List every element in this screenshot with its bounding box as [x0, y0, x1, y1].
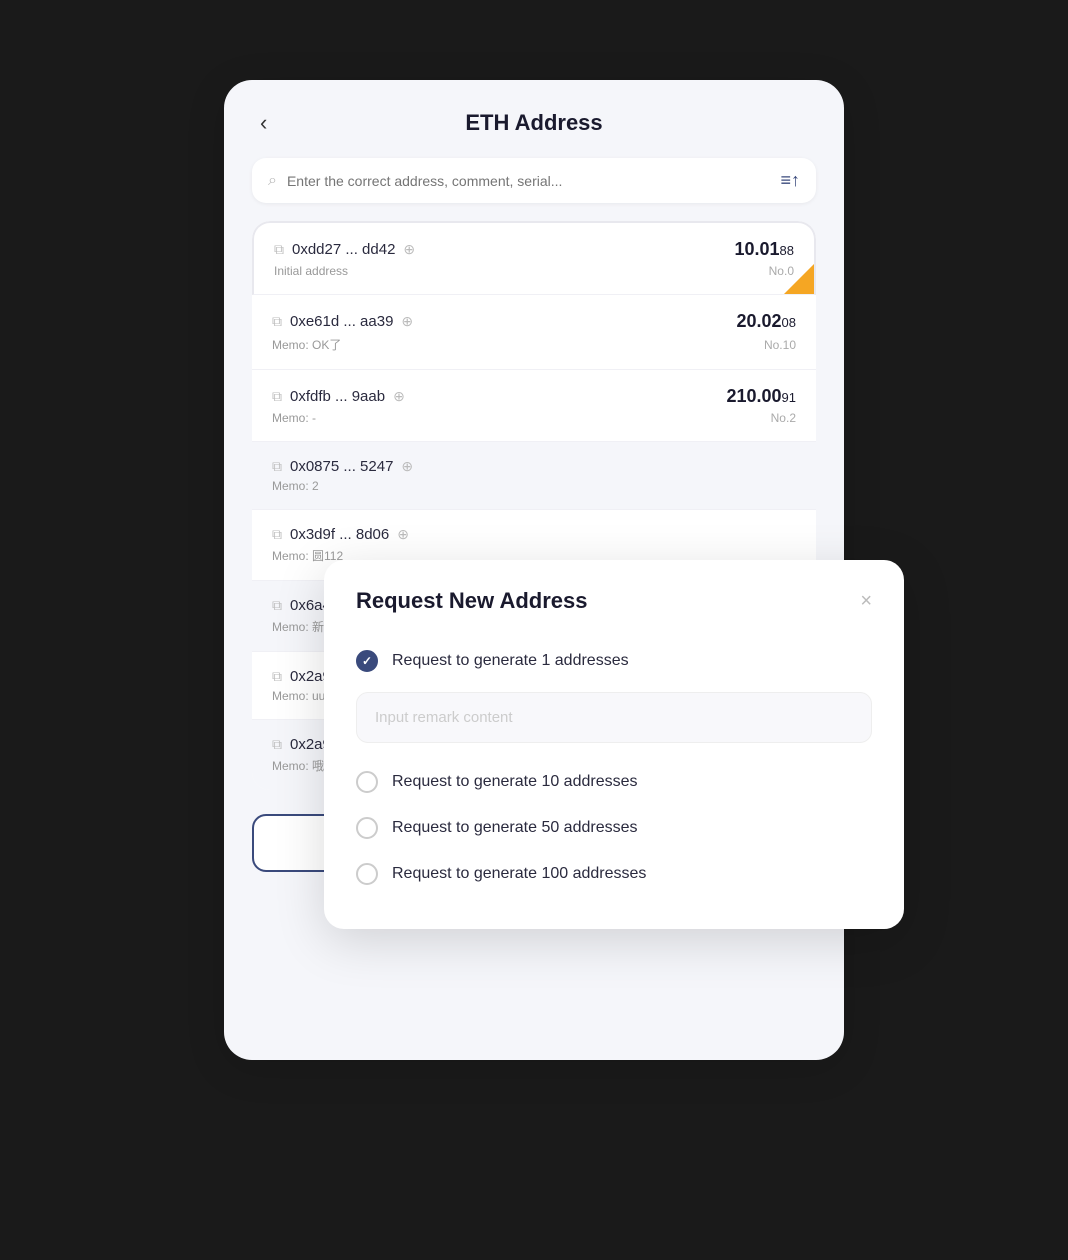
address-text: 0x3d9f ... 8d06: [290, 526, 389, 543]
copy-icon[interactable]: ⧉: [272, 668, 282, 685]
copy-icon[interactable]: ⧉: [272, 736, 282, 753]
filter-icon[interactable]: ≡↑: [780, 170, 800, 191]
address-no: No.10: [764, 338, 796, 352]
search-addr-icon[interactable]: ⊕: [397, 526, 409, 543]
address-memo: Memo: -: [272, 411, 316, 425]
radio-option-100[interactable]: Request to generate 100 addresses: [356, 851, 872, 897]
radio-label-100: Request to generate 100 addresses: [392, 865, 646, 883]
address-memo: Memo: uu: [272, 689, 325, 703]
address-no: No.2: [771, 411, 796, 425]
page-title: ETH Address: [465, 110, 602, 136]
address-amount: 210.0091: [726, 386, 796, 406]
search-addr-icon[interactable]: ⊕: [401, 458, 413, 475]
modal-header: Request New Address ×: [356, 588, 872, 614]
address-text: 0xfdfb ... 9aab: [290, 388, 385, 405]
address-text: 0xe61d ... aa39: [290, 313, 393, 330]
header: ‹ ETH Address: [252, 110, 816, 136]
search-addr-icon[interactable]: ⊕: [403, 241, 415, 258]
search-bar: ⌕ ≡↑: [252, 158, 816, 203]
modal-title: Request New Address: [356, 588, 587, 614]
radio-label-50: Request to generate 50 addresses: [392, 819, 638, 837]
radio-circle-1: [356, 650, 378, 672]
address-memo: Memo: 新1: [272, 618, 331, 635]
copy-icon[interactable]: ⧉: [272, 313, 282, 330]
radio-option-1[interactable]: Request to generate 1 addresses: [356, 638, 872, 684]
search-addr-icon[interactable]: ⊕: [393, 388, 405, 405]
remark-input-field[interactable]: Input remark content: [356, 692, 872, 743]
copy-icon[interactable]: ⧉: [272, 597, 282, 614]
search-input[interactable]: [287, 173, 781, 189]
address-item-2[interactable]: ⧉ 0xe61d ... aa39 ⊕ 20.0208 Memo: OK了 No…: [252, 295, 816, 370]
address-item-1[interactable]: ⧉ 0xdd27 ... dd42 ⊕ 10.0188 Initial addr…: [252, 221, 816, 295]
address-amount: 10.0188: [734, 239, 794, 259]
radio-circle-50: [356, 817, 378, 839]
search-addr-icon[interactable]: ⊕: [401, 313, 413, 330]
radio-option-50[interactable]: Request to generate 50 addresses: [356, 805, 872, 851]
address-item-3[interactable]: ⧉ 0xfdfb ... 9aab ⊕ 210.0091 Memo: - No.…: [252, 370, 816, 442]
radio-option-10[interactable]: Request to generate 10 addresses: [356, 759, 872, 805]
address-memo: Memo: 圆112: [272, 547, 343, 564]
radio-label-1: Request to generate 1 addresses: [392, 652, 629, 670]
app-container: ‹ ETH Address ⌕ ≡↑ ⧉ 0xdd27 ... dd42 ⊕: [204, 80, 864, 1180]
request-new-address-modal: Request New Address × Request to generat…: [324, 560, 904, 929]
address-amount: 20.0208: [736, 311, 796, 331]
address-text: 0xdd27 ... dd42: [292, 241, 395, 258]
copy-icon[interactable]: ⧉: [274, 241, 284, 258]
address-memo: Memo: 2: [272, 479, 319, 493]
copy-icon[interactable]: ⧉: [272, 458, 282, 475]
copy-icon[interactable]: ⧉: [272, 526, 282, 543]
radio-circle-10: [356, 771, 378, 793]
address-text: 0x0875 ... 5247: [290, 458, 393, 475]
orange-corner-badge: [784, 264, 814, 294]
modal-close-button[interactable]: ×: [860, 591, 872, 611]
radio-label-10: Request to generate 10 addresses: [392, 773, 638, 791]
address-memo: Initial address: [274, 264, 348, 278]
remark-placeholder-text: Input remark content: [375, 709, 513, 726]
radio-circle-100: [356, 863, 378, 885]
copy-icon[interactable]: ⧉: [272, 388, 282, 405]
back-button[interactable]: ‹: [252, 106, 275, 140]
address-item-4[interactable]: ⧉ 0x0875 ... 5247 ⊕ Memo: 2: [252, 442, 816, 510]
address-memo: Memo: OK了: [272, 336, 341, 353]
search-icon: ⌕: [268, 172, 277, 190]
